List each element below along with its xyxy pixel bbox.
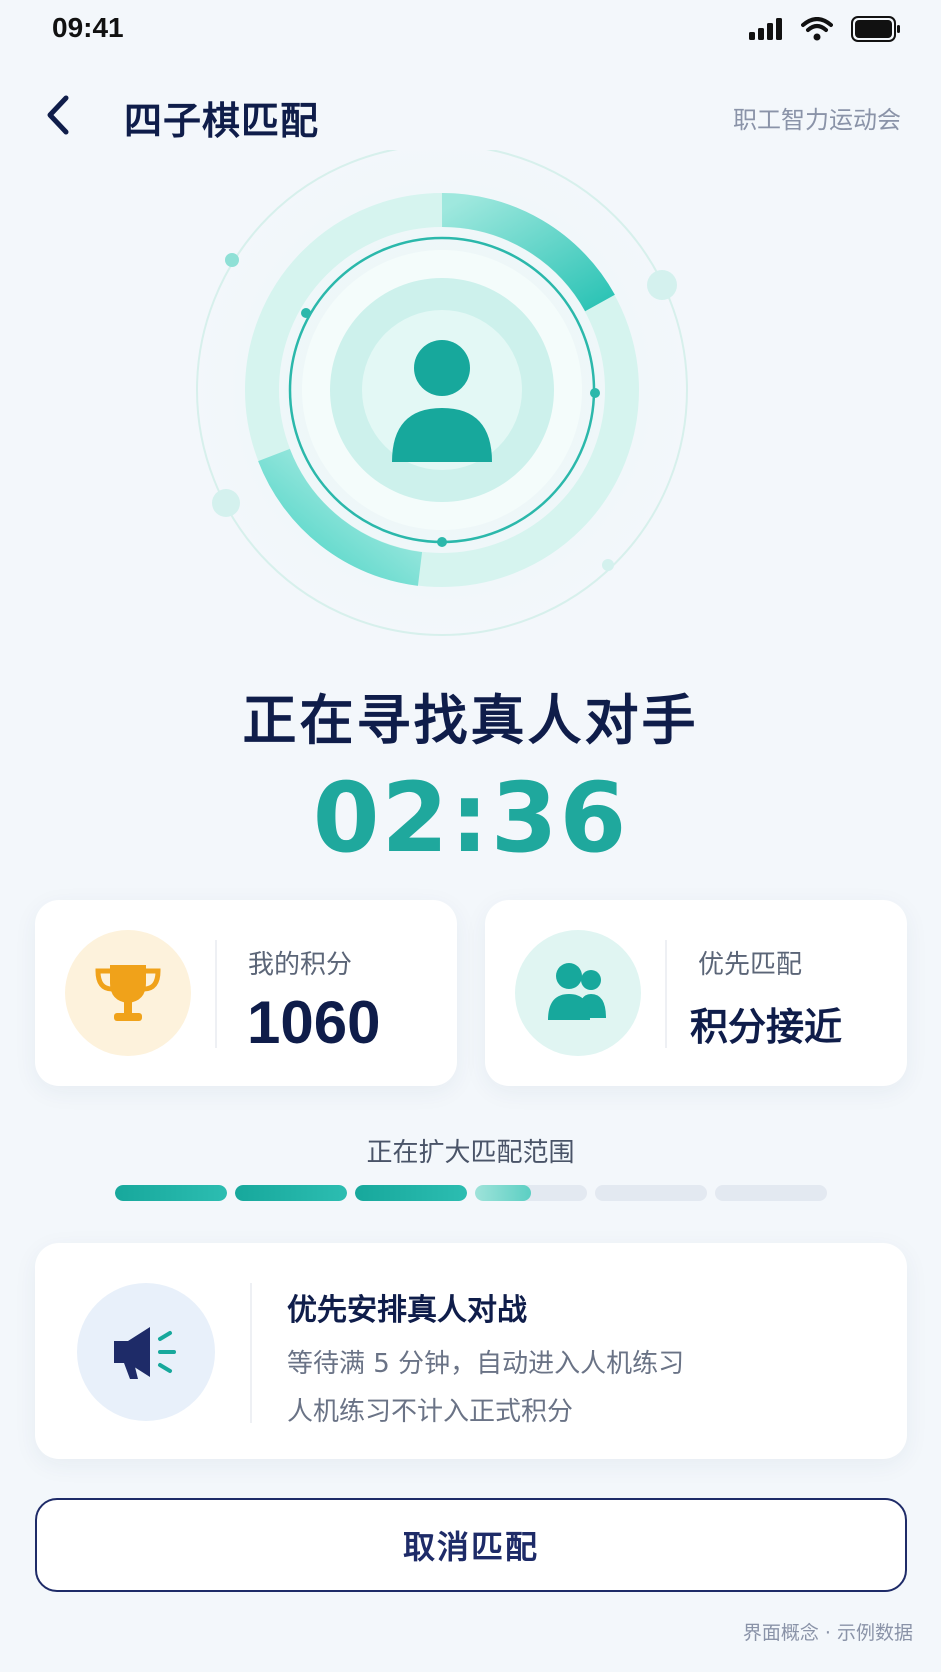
progress-segment-fill <box>115 1185 227 1201</box>
notice-line-wait: 等待满 5 分钟，自动进入人机练习 <box>287 1349 685 1379</box>
progress-segment <box>115 1185 227 1201</box>
expanding-range-label: 正在扩大匹配范围 <box>366 1138 575 1168</box>
status-time: 09:41 <box>52 12 124 43</box>
brand-text: 职工智力运动会 <box>733 106 901 134</box>
megaphone-icon <box>114 1327 176 1379</box>
card-divider <box>665 940 667 1048</box>
radar-graphic <box>192 140 692 640</box>
signal-icon <box>749 18 782 40</box>
progress-segment-fill <box>475 1185 531 1201</box>
match-value: 积分接近 <box>690 1005 843 1049</box>
match-preference-card: 优先匹配 积分接近 <box>485 900 907 1086</box>
score-label: 我的积分 <box>248 950 353 980</box>
progress-segment <box>595 1185 707 1201</box>
back-button[interactable] <box>38 92 78 138</box>
matching-radar <box>190 140 750 670</box>
megaphone-badge <box>77 1283 215 1421</box>
card-divider <box>215 940 217 1048</box>
page-title: 四子棋匹配 <box>124 99 320 143</box>
score-value: 1060 <box>247 989 381 1056</box>
people-icon <box>548 963 606 1020</box>
notice-title: 优先安排真人对战 <box>287 1293 527 1328</box>
progress-segment <box>235 1185 347 1201</box>
progress-segment <box>475 1185 587 1201</box>
progress-segment-fill <box>235 1185 347 1201</box>
notice-card: 优先安排真人对战 等待满 5 分钟，自动进入人机练习 人机练习不计入正式积分 <box>35 1243 907 1459</box>
notice-line-practice: 人机练习不计入正式积分 <box>287 1397 574 1427</box>
match-label: 优先匹配 <box>698 950 803 980</box>
nav-bar: 四子棋匹配 职工智力运动会 <box>0 80 941 150</box>
status-icons <box>749 16 901 42</box>
wifi-icon <box>801 17 833 41</box>
searching-heading: 正在寻找真人对手 <box>242 689 699 752</box>
trophy-badge <box>65 930 191 1056</box>
range-progress <box>115 1185 827 1201</box>
my-score-card: 我的积分 1060 <box>35 900 457 1086</box>
trophy-icon <box>95 965 161 1021</box>
chevron-left-icon <box>47 95 69 135</box>
progress-segment-fill <box>355 1185 467 1201</box>
people-badge <box>515 930 641 1056</box>
notice-divider <box>250 1283 252 1423</box>
battery-icon <box>851 16 900 42</box>
progress-segment <box>355 1185 467 1201</box>
cancel-match-button[interactable]: 取消匹配 <box>35 1498 907 1592</box>
match-timer: 02:36 <box>312 762 629 874</box>
footnote: 界面概念 · 示例数据 <box>742 1622 913 1644</box>
progress-segment <box>715 1185 827 1201</box>
status-bar: 09:41 <box>0 0 941 60</box>
